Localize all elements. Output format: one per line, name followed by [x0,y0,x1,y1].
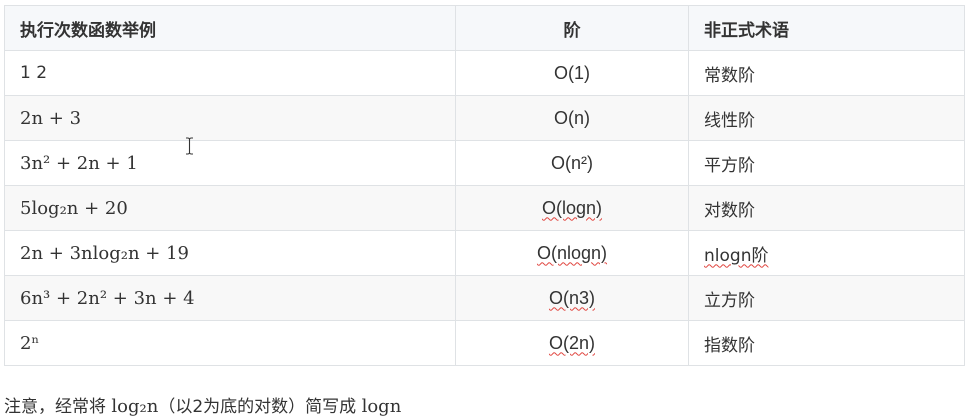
example-cell: 3n² + 2n + 1 [20,152,138,174]
example-cell: 1 2 [20,63,48,83]
order-cell: O(n²) [551,152,593,173]
table-row: 2n + 3nlog₂n + 19 O(nlogn) nlogn阶 [4,230,965,276]
table-row: 5log₂n + 20 O(logn) 对数阶 [4,185,965,231]
footnote-middle: （以2为底的对数）简写成 [158,397,362,417]
example-cell: 2ⁿ [20,332,40,354]
table-row: 2n + 3 O(n) 线性阶 [4,95,965,141]
term-cell: 对数阶 [704,200,755,221]
complexity-table: 执行次数函数举例 阶 非正式术语 1 2 O(1) 常数阶 2n + 3 O(n… [4,5,965,366]
table-row: 1 2 O(1) 常数阶 [4,50,965,96]
term-cell: 线性阶 [704,110,755,131]
example-cell: 2n + 3 [20,107,82,129]
footnote-prefix: 注意，经常将 [4,397,112,417]
footnote: 注意，经常将 log₂n（以2为底的对数）简写成 logn [4,392,401,417]
order-cell: O(nlogn) [536,242,608,263]
order-cell: O(2n) [548,332,595,353]
table-row: 6n³ + 2n² + 3n + 4 O(n3) 立方阶 [4,275,965,321]
order-cell: O(logn) [541,197,603,218]
header-term: 非正式术语 [688,5,965,51]
order-cell: O(1) [554,62,590,83]
term-cell: nlogn阶 [704,245,769,266]
term-cell: 指数阶 [704,335,755,356]
term-cell: 平方阶 [704,155,755,176]
order-cell: O(n3) [548,287,595,308]
footnote-formula: log₂n [111,396,159,417]
term-cell: 立方阶 [704,290,755,311]
table-row: 3n² + 2n + 1 O(n²) 平方阶 [4,140,965,186]
example-cell: 2n + 3nlog₂n + 19 [20,242,189,264]
term-cell: 常数阶 [704,65,755,86]
header-example: 执行次数函数举例 [4,5,456,51]
table-row: 2ⁿ O(2n) 指数阶 [4,320,965,366]
text-cursor-icon [186,137,193,155]
footnote-short: logn [361,396,402,417]
example-cell: 6n³ + 2n² + 3n + 4 [20,287,195,309]
example-cell: 5log₂n + 20 [20,197,128,219]
header-order: 阶 [455,5,689,51]
order-cell: O(n) [554,107,590,128]
table-header-row: 执行次数函数举例 阶 非正式术语 [4,5,965,51]
